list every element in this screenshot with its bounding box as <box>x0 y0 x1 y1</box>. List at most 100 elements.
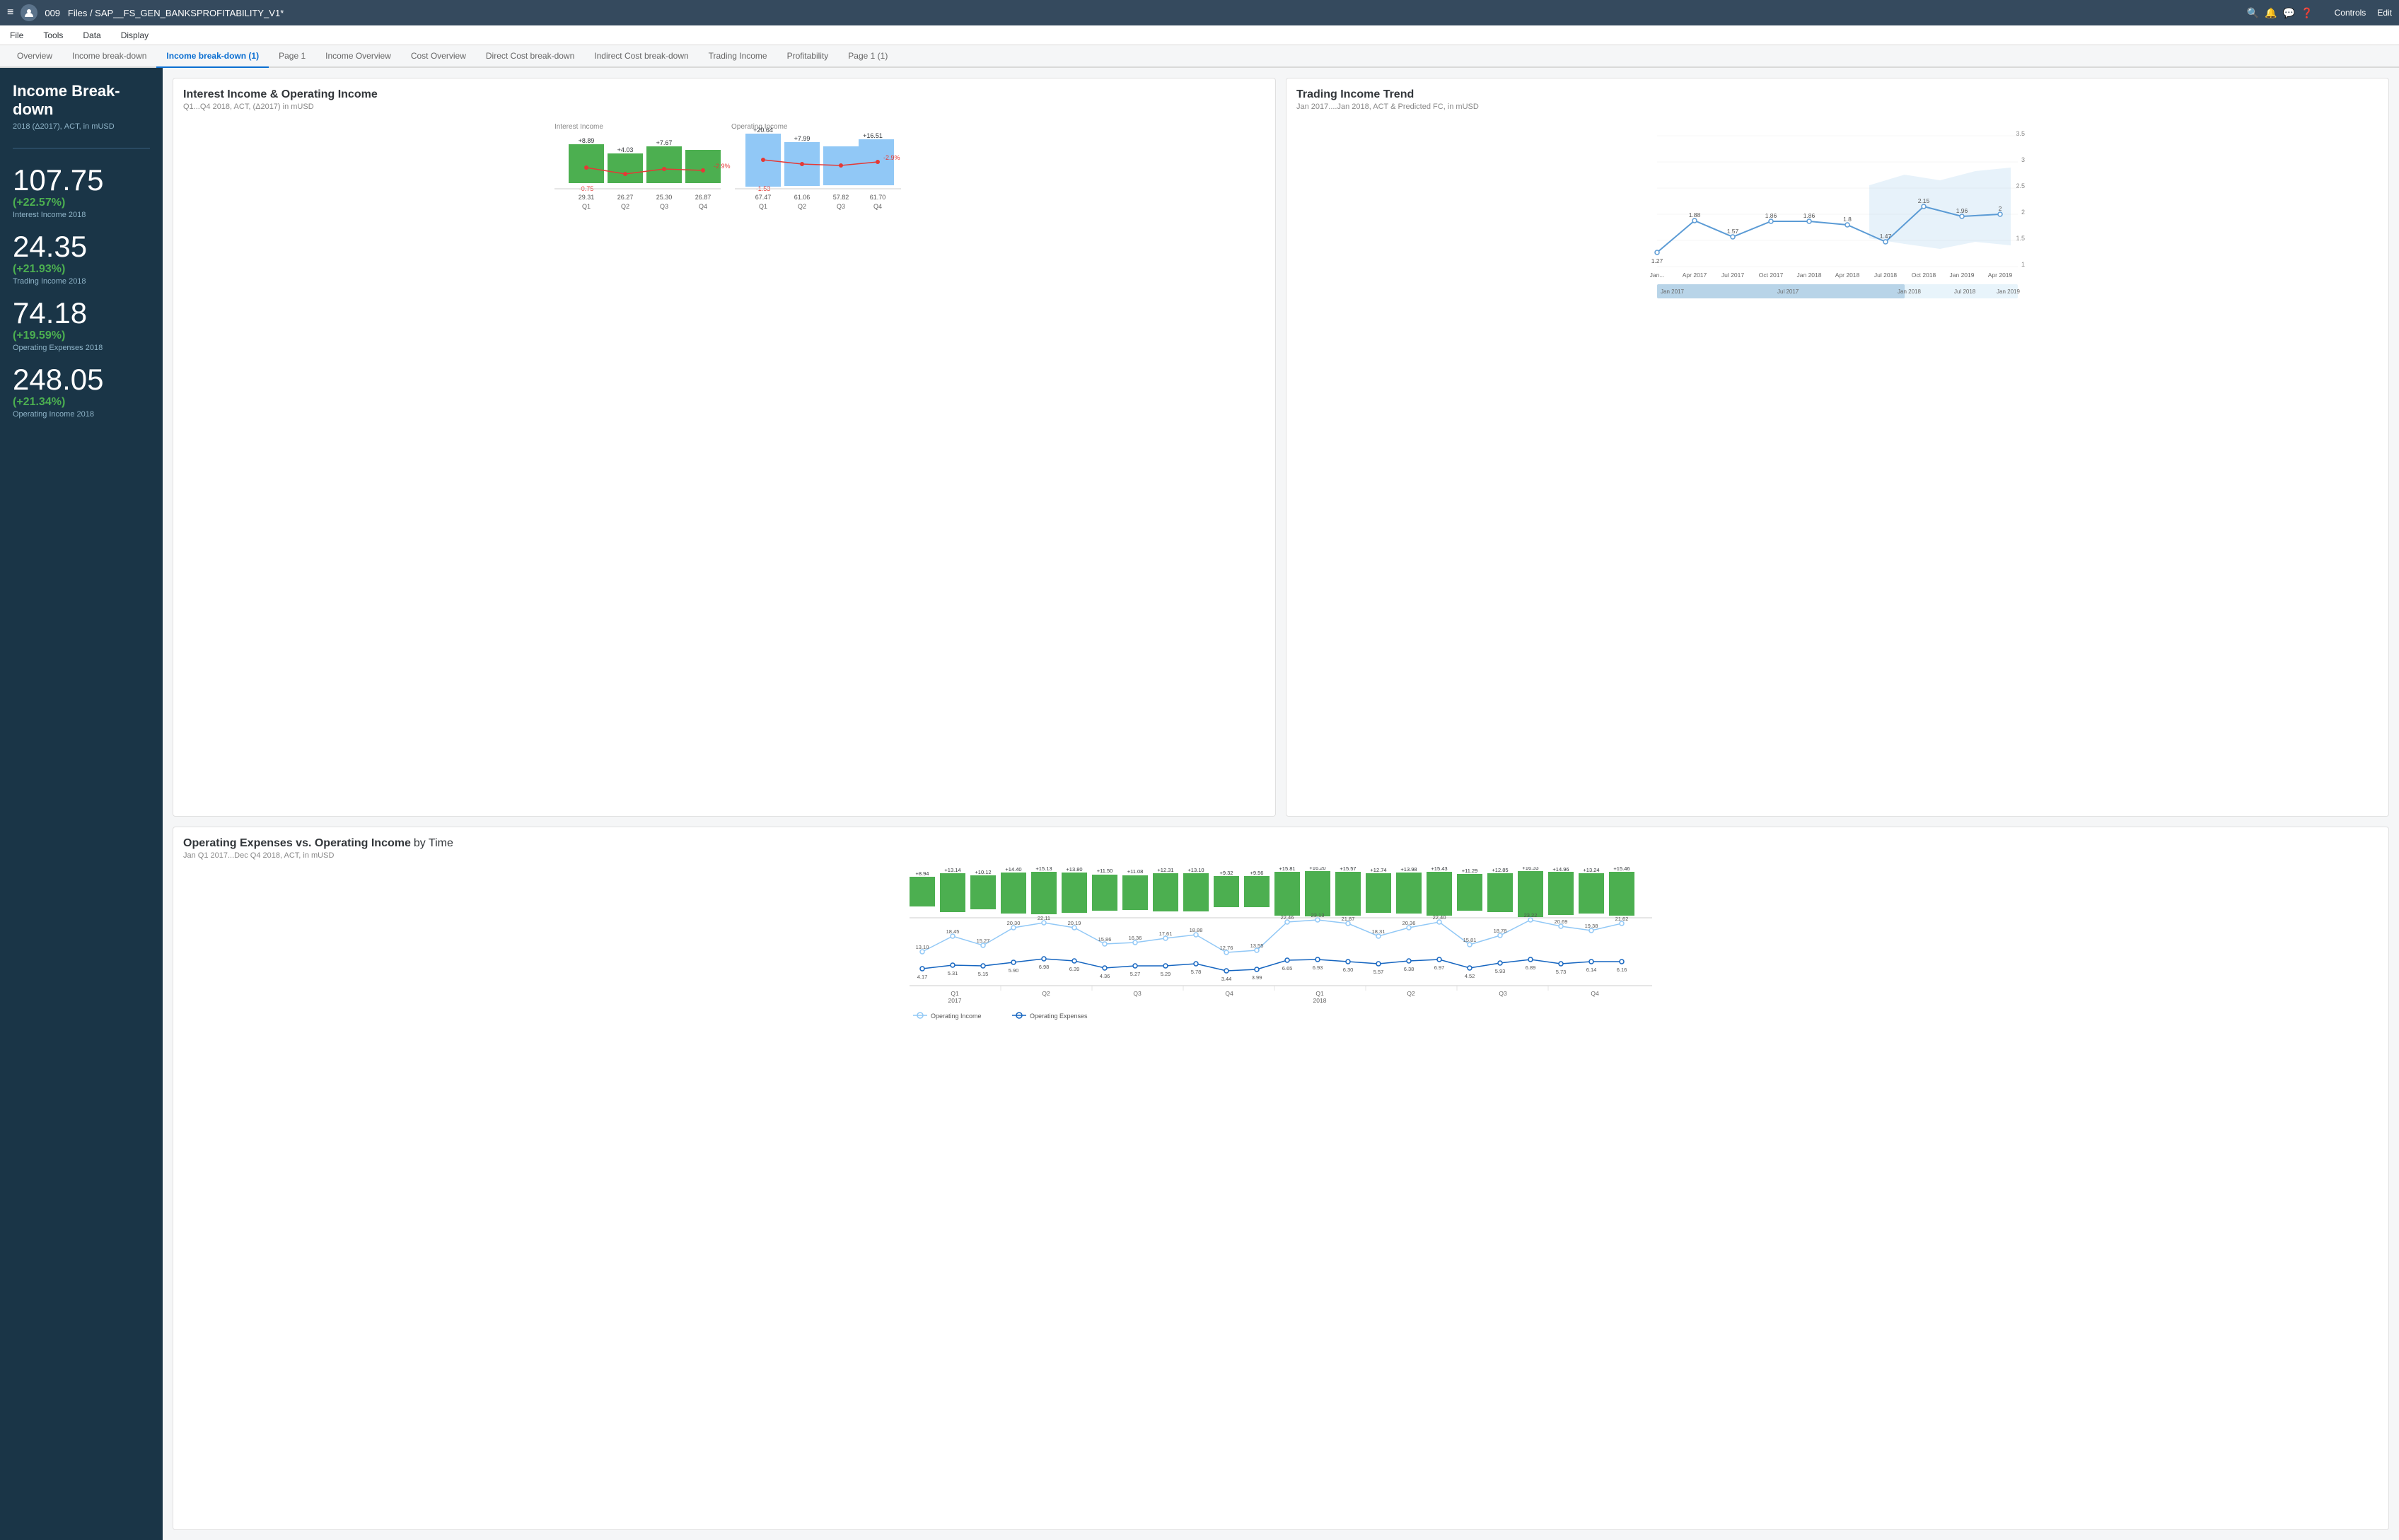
menu-display[interactable]: Display <box>118 30 151 40</box>
tab-cost-overview[interactable]: Cost Overview <box>401 45 476 68</box>
notifications-icon[interactable]: 🔔 <box>2265 7 2277 19</box>
svg-text:+8.94: +8.94 <box>916 870 929 877</box>
svg-text:16.36: 16.36 <box>1129 935 1142 941</box>
menu-data[interactable]: Data <box>80 30 103 40</box>
hamburger-icon[interactable]: ≡ <box>7 6 13 19</box>
svg-text:2: 2 <box>2021 209 2025 216</box>
controls-button[interactable]: Controls <box>2335 8 2366 18</box>
interest-income-pct: (+22.57%) <box>13 197 150 209</box>
interest-chart-subtitle: Q1...Q4 2018, ACT, (Δ2017) in mUSD <box>183 103 1265 111</box>
svg-text:2: 2 <box>1999 205 2002 212</box>
metric-operating-income: 248.05 (+21.34%) Operating Income 2018 <box>13 365 150 419</box>
tab-direct-cost[interactable]: Direct Cost break-down <box>476 45 584 68</box>
svg-text:Q1: Q1 <box>582 203 591 210</box>
svg-text:+8.89: +8.89 <box>579 137 595 144</box>
sidebar-metrics: 107.75 (+22.57%) Interest Income 2018 24… <box>13 165 150 419</box>
svg-text:+16.51: +16.51 <box>863 132 883 139</box>
svg-text:+16.20: +16.20 <box>1309 867 1325 871</box>
svg-text:22.40: 22.40 <box>1433 914 1446 921</box>
svg-text:Q3: Q3 <box>660 203 668 210</box>
svg-text:+15.43: +15.43 <box>1431 867 1447 872</box>
svg-text:Q4: Q4 <box>1225 990 1233 997</box>
tab-indirect-cost[interactable]: Indirect Cost break-down <box>584 45 698 68</box>
trading-trend-title: Trading Income Trend <box>1296 88 2378 101</box>
svg-text:61.70: 61.70 <box>870 194 886 201</box>
svg-text:Jul 2017: Jul 2017 <box>1721 272 1744 279</box>
right-content: Interest Income & Operating Income Q1...… <box>163 68 2399 1540</box>
svg-text:Oct 2017: Oct 2017 <box>1759 272 1784 279</box>
svg-text:-2.9%: -2.9% <box>714 163 731 170</box>
svg-text:1.86: 1.86 <box>1765 212 1777 219</box>
chat-icon[interactable]: 💬 <box>2283 7 2295 19</box>
sidebar: Income Break-down 2018 (Δ2017), ACT, in … <box>0 68 163 1540</box>
svg-text:Q4: Q4 <box>699 203 707 210</box>
svg-text:1.86: 1.86 <box>1803 212 1816 219</box>
svg-text:67.47: 67.47 <box>755 194 772 201</box>
svg-text:+15.46: +15.46 <box>1613 867 1630 872</box>
svg-text:22.11: 22.11 <box>1038 915 1050 921</box>
svg-text:+13.80: +13.80 <box>1066 867 1082 873</box>
interest-income-value: 107.75 <box>13 165 150 195</box>
svg-text:6.38: 6.38 <box>1404 966 1415 972</box>
svg-text:20.36: 20.36 <box>1402 920 1416 926</box>
svg-text:+12.74: +12.74 <box>1370 867 1386 873</box>
svg-text:+12.85: +12.85 <box>1492 867 1508 873</box>
sidebar-subtitle: 2018 (Δ2017), ACT, in mUSD <box>13 122 150 131</box>
tab-page1-1[interactable]: Page 1 (1) <box>838 45 898 68</box>
op-expenses-subtitle: Jan Q1 2017...Dec Q4 2018, ACT, in mUSD <box>183 851 2378 860</box>
svg-text:15.27: 15.27 <box>977 938 990 944</box>
svg-text:6.93: 6.93 <box>1313 964 1323 971</box>
app-title: 009 Files / SAP__FS_GEN_BANKSPROFITABILI… <box>45 8 2240 18</box>
tab-profitability[interactable]: Profitability <box>777 45 839 68</box>
tab-income-breakdown[interactable]: Income break-down <box>62 45 156 68</box>
svg-text:Oct 2018: Oct 2018 <box>1912 272 1936 279</box>
svg-text:15.86: 15.86 <box>1098 936 1112 943</box>
search-icon[interactable]: 🔍 <box>2247 7 2259 19</box>
svg-text:+15.81: +15.81 <box>1279 867 1295 872</box>
metric-interest-income: 107.75 (+22.57%) Interest Income 2018 <box>13 165 150 219</box>
svg-text:4.17: 4.17 <box>917 974 928 980</box>
op-expenses-title-suffix: by Time <box>414 837 453 850</box>
svg-text:Q1: Q1 <box>1315 990 1324 997</box>
svg-text:12.76: 12.76 <box>1220 945 1233 951</box>
svg-text:5.73: 5.73 <box>1556 969 1567 975</box>
svg-text:22.46: 22.46 <box>1281 914 1294 921</box>
svg-text:6.89: 6.89 <box>1526 964 1536 971</box>
svg-text:Q2: Q2 <box>798 203 806 210</box>
svg-text:6.97: 6.97 <box>1434 964 1445 971</box>
svg-text:Q2: Q2 <box>1042 990 1050 997</box>
operating-expenses-pct: (+19.59%) <box>13 329 150 342</box>
svg-text:+13.98: +13.98 <box>1400 867 1417 873</box>
user-avatar[interactable] <box>21 4 37 21</box>
tab-income-breakdown-1[interactable]: Income break-down (1) <box>156 45 269 68</box>
trading-income-value: 24.35 <box>13 232 150 262</box>
svg-text:5.93: 5.93 <box>1495 968 1506 974</box>
svg-text:Interest Income: Interest Income <box>554 123 603 131</box>
svg-text:20.30: 20.30 <box>1007 920 1021 926</box>
svg-text:Apr 2019: Apr 2019 <box>1988 272 2013 279</box>
svg-text:5.78: 5.78 <box>1191 969 1202 975</box>
svg-text:5.90: 5.90 <box>1009 967 1019 974</box>
help-icon[interactable]: ❓ <box>2301 7 2313 19</box>
svg-text:Jan 2017: Jan 2017 <box>1661 288 1684 295</box>
svg-text:20.19: 20.19 <box>1068 920 1081 926</box>
svg-text:+9.32: +9.32 <box>1220 870 1233 876</box>
menu-tools[interactable]: Tools <box>40 30 66 40</box>
edit-button[interactable]: Edit <box>2377 8 2392 18</box>
svg-text:2018: 2018 <box>1313 997 1327 1004</box>
tab-income-overview[interactable]: Income Overview <box>315 45 401 68</box>
svg-text:Q3: Q3 <box>1133 990 1142 997</box>
menu-file[interactable]: File <box>7 30 26 40</box>
svg-text:+15.57: +15.57 <box>1340 867 1356 872</box>
svg-text:+4.03: +4.03 <box>617 146 634 153</box>
tab-trading-income[interactable]: Trading Income <box>699 45 777 68</box>
svg-text:23.22: 23.22 <box>1524 912 1538 918</box>
tab-overview[interactable]: Overview <box>7 45 62 68</box>
metric-operating-expenses: 74.18 (+19.59%) Operating Expenses 2018 <box>13 298 150 352</box>
tab-page1[interactable]: Page 1 <box>269 45 315 68</box>
svg-text:26.27: 26.27 <box>617 194 634 201</box>
svg-text:1.88: 1.88 <box>1689 211 1701 218</box>
svg-text:+13.10: +13.10 <box>1187 867 1204 873</box>
interest-operating-panel: Interest Income & Operating Income Q1...… <box>173 78 1276 817</box>
svg-text:13.10: 13.10 <box>916 944 929 950</box>
